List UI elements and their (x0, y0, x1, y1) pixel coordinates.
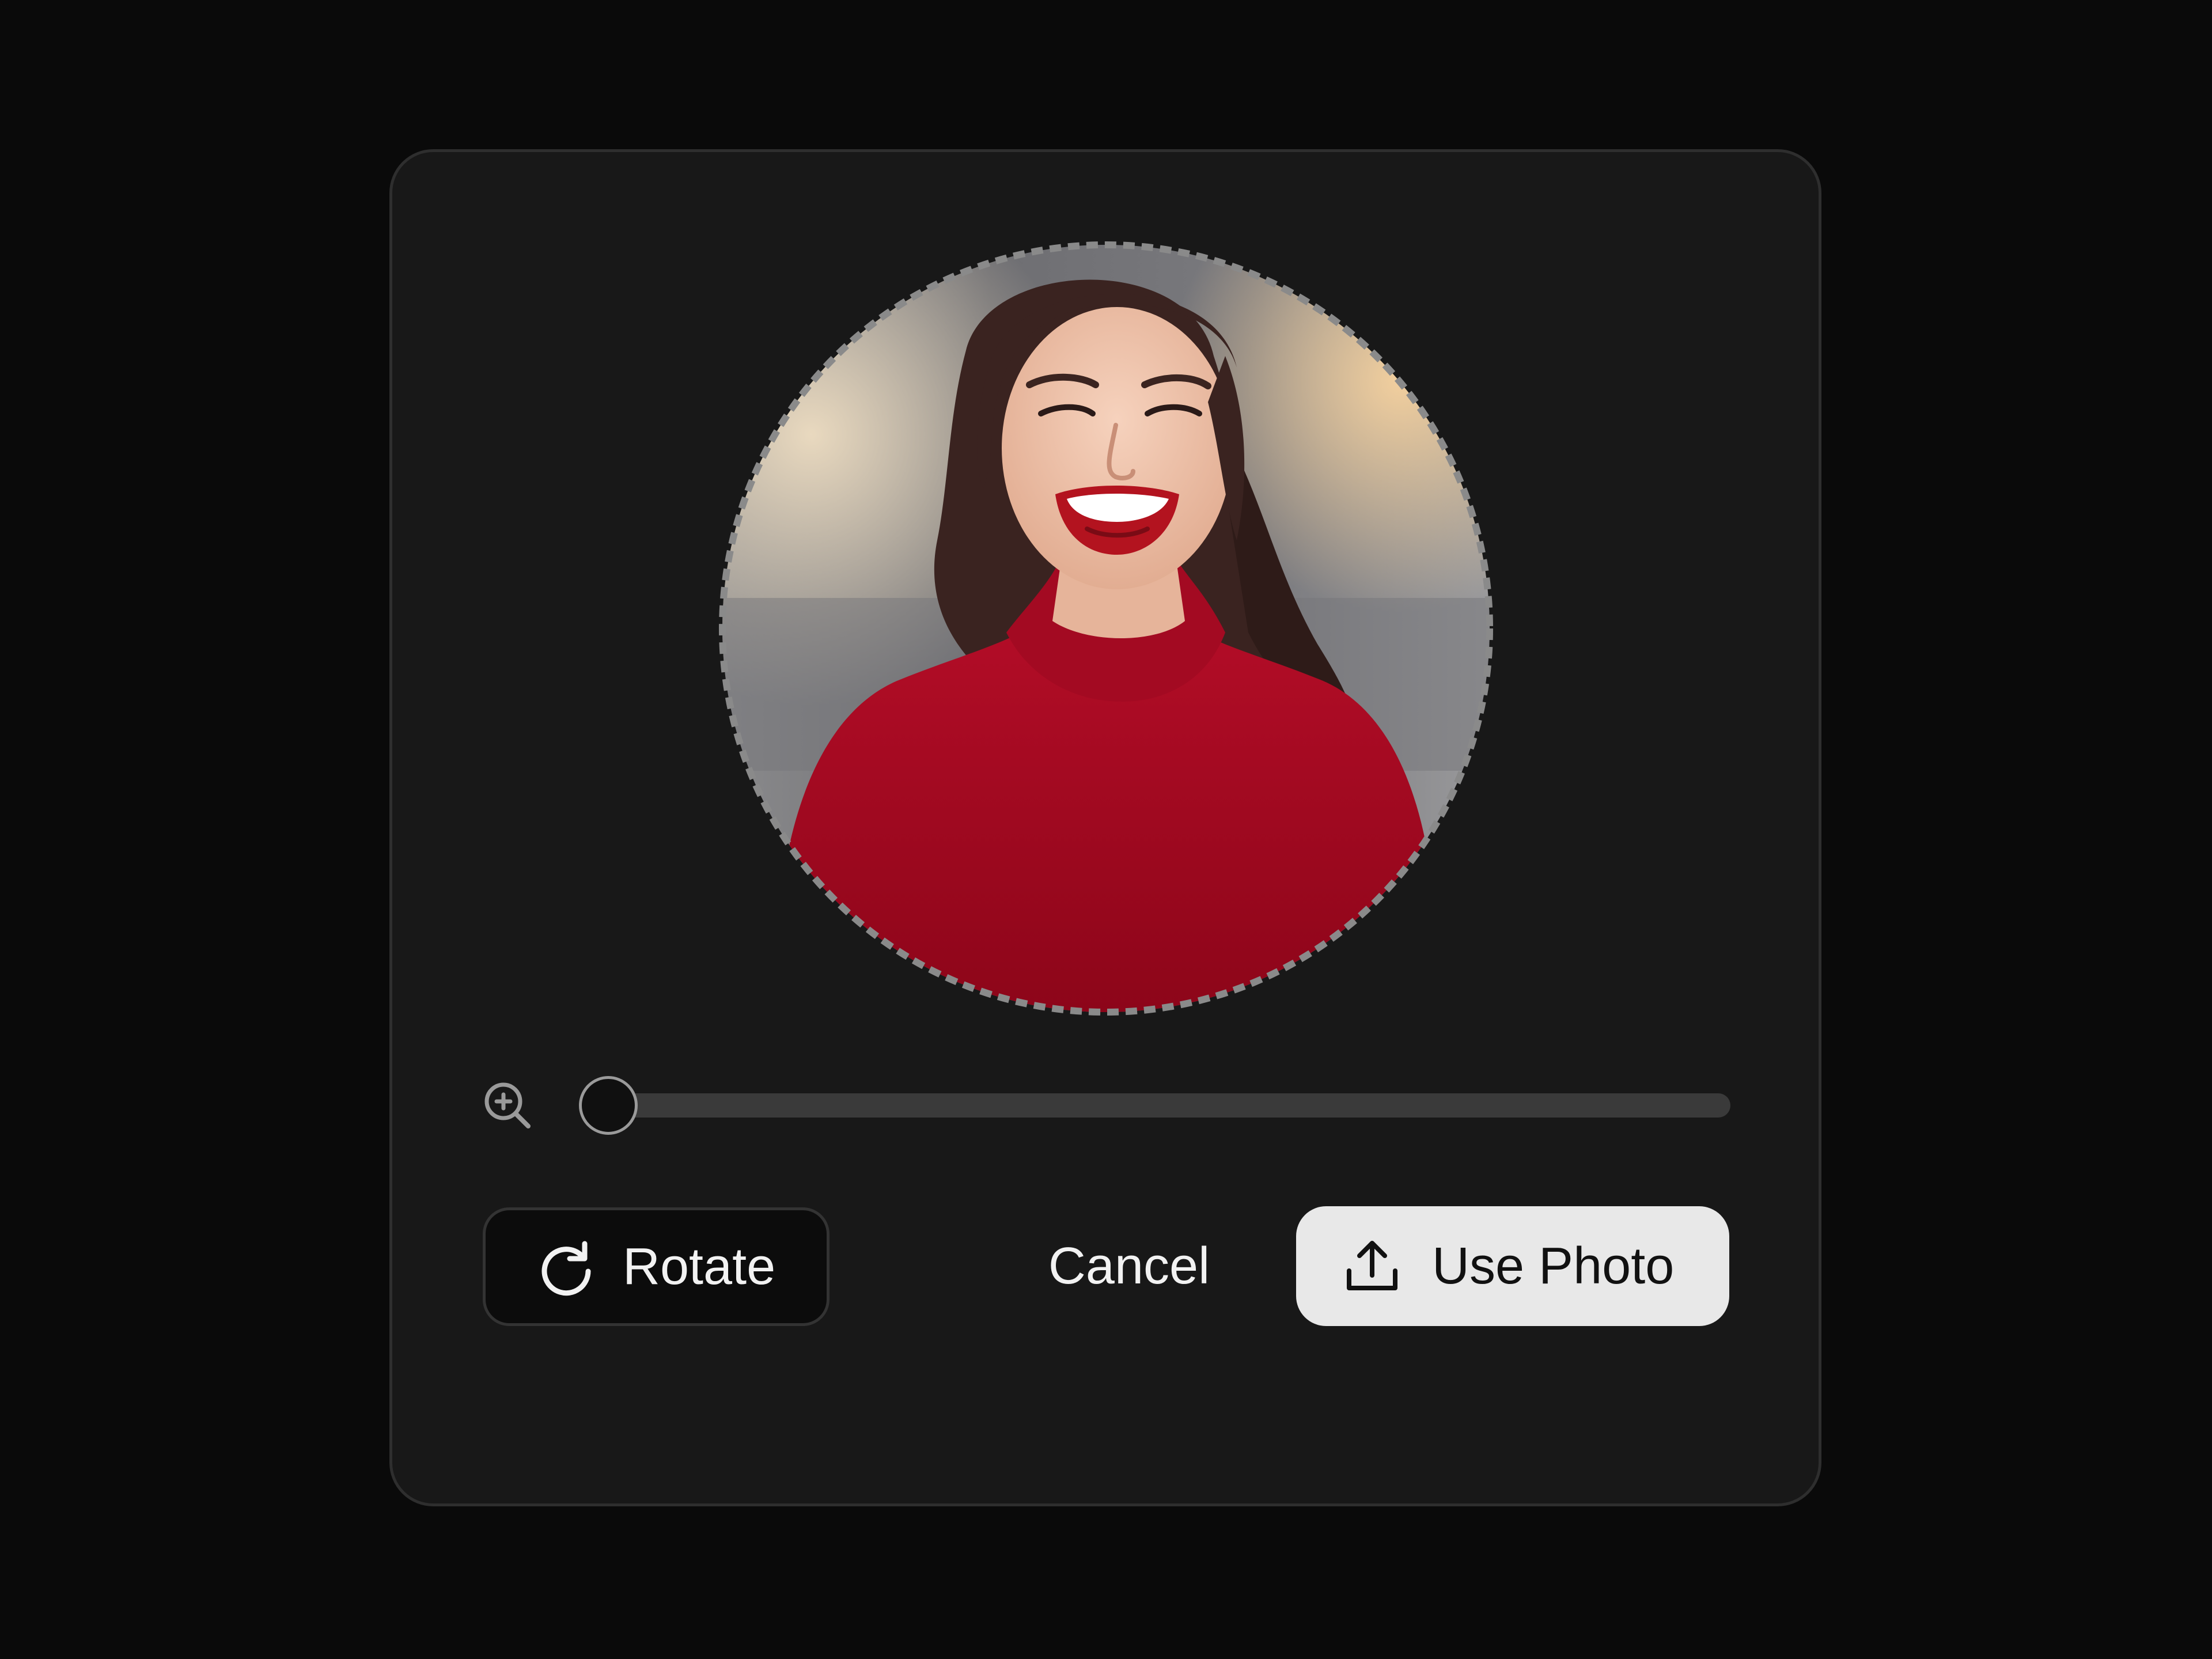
rotate-button[interactable]: Rotate (483, 1207, 830, 1326)
rotate-clockwise-icon (541, 1241, 591, 1296)
use-photo-label: Use Photo (1432, 1237, 1675, 1295)
upload-icon (1347, 1241, 1397, 1290)
zoom-slider-track[interactable] (581, 1093, 1730, 1118)
rotate-label: Rotate (623, 1238, 776, 1296)
zoom-slider-thumb[interactable] (579, 1076, 638, 1135)
use-photo-button[interactable]: Use Photo (1296, 1206, 1729, 1326)
zoom-in-icon (484, 1082, 531, 1128)
photo-crop-area[interactable] (718, 241, 1494, 1016)
profile-photo (719, 241, 1493, 1016)
cancel-button[interactable]: Cancel (1031, 1210, 1227, 1323)
